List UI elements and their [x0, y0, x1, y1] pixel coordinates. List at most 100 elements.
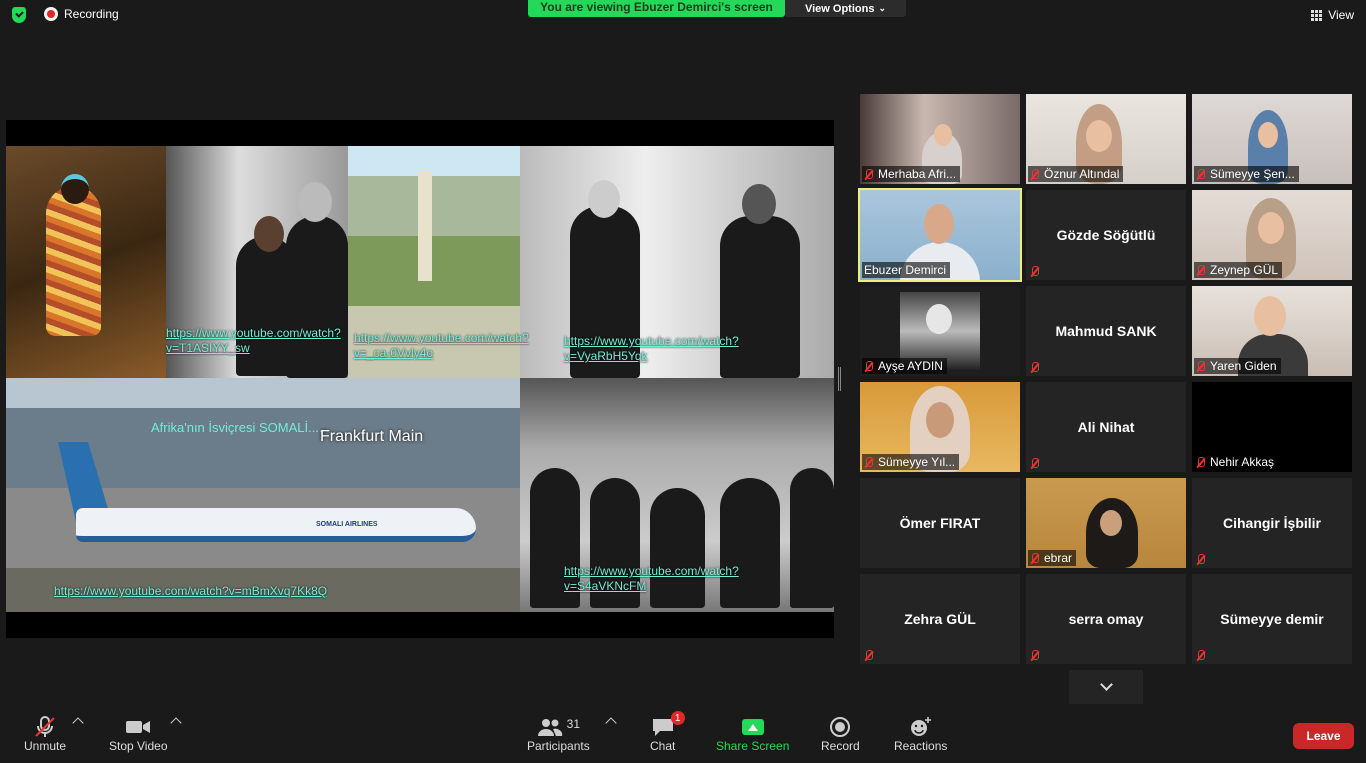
top-bar: Recording You are viewing Ebuzer Demirci…: [0, 0, 1366, 30]
video-link-5[interactable]: https://www.youtube.com/watch?v=S4aVKNcF…: [564, 564, 804, 594]
view-label: View: [1328, 8, 1354, 22]
video-camera-icon: [125, 715, 151, 739]
record-button[interactable]: Record: [821, 715, 860, 753]
video-link-1[interactable]: https://www.youtube.com/watch?v=T1ASIYY_…: [166, 326, 341, 356]
participant-label: [1028, 649, 1043, 662]
panel-resize-handle[interactable]: [838, 367, 841, 391]
participant-name: Ömer FIRAT: [899, 515, 981, 531]
participant-tile[interactable]: Zehra GÜL: [860, 574, 1020, 664]
muted-mic-icon: [1030, 552, 1039, 564]
participants-button[interactable]: 31 Participants: [527, 715, 590, 753]
participants-label: Participants: [527, 739, 590, 753]
gallery-next-page-button[interactable]: [1069, 670, 1143, 704]
participant-tile[interactable]: Yaren Giden: [1192, 286, 1352, 376]
slide-title: Afrika'nın İsviçresi SOMALİ....: [151, 420, 323, 435]
frankfurt-sign: Frankfurt Main: [320, 428, 424, 445]
participant-label: Ebuzer Demirci: [862, 262, 951, 278]
participant-tile[interactable]: Zeynep GÜL: [1192, 190, 1352, 280]
participant-tile[interactable]: Öznur Altındal: [1026, 94, 1186, 184]
participant-tile[interactable]: Merhaba Afri...: [860, 94, 1020, 184]
reactions-button[interactable]: Reactions: [894, 715, 947, 753]
record-label: Record: [821, 739, 860, 753]
participant-label: Sümeyye Şen...: [1194, 166, 1299, 182]
muted-mic-icon: [1030, 266, 1039, 277]
participant-name: Mahmud SANK: [1055, 323, 1157, 339]
recording-label: Recording: [64, 7, 119, 21]
muted-mic-icon: [1196, 456, 1205, 468]
participants-count: 31: [566, 717, 581, 731]
participant-tile[interactable]: Sümeyye demir: [1192, 574, 1352, 664]
participant-label: [1028, 457, 1043, 470]
participant-name: serra omay: [1068, 611, 1144, 627]
muted-mic-icon: [1196, 650, 1205, 661]
muted-mic-icon: [1030, 362, 1039, 373]
participant-tile[interactable]: ebrar: [1026, 478, 1186, 568]
view-options-button[interactable]: View Options ⌄: [785, 0, 906, 17]
muted-mic-icon: [864, 360, 873, 372]
video-link-4[interactable]: https://www.youtube.com/watch?v=mBmXvq7K…: [54, 584, 327, 598]
share-screen-icon: [741, 719, 764, 735]
chevron-down-icon: [1099, 678, 1113, 691]
airport-photo: [6, 378, 520, 612]
participant-label: [1028, 265, 1043, 278]
chat-button[interactable]: 1 Chat: [650, 711, 685, 753]
shared-screen[interactable]: https://www.youtube.com/watch?v=T1ASIYY_…: [6, 120, 834, 638]
participant-tile[interactable]: Sümeyye Şen...: [1192, 94, 1352, 184]
participant-tile[interactable]: Mahmud SANK: [1026, 286, 1186, 376]
video-link-3[interactable]: https://www.youtube.com/watch?v=VyaRbH5Y…: [564, 334, 814, 364]
stop-video-button[interactable]: Stop Video: [109, 715, 168, 753]
participant-name: Sümeyye demir: [1220, 611, 1324, 627]
shared-slide: https://www.youtube.com/watch?v=T1ASIYY_…: [6, 146, 834, 612]
muted-mic-icon: [864, 650, 873, 661]
participants-options-caret-icon[interactable]: [605, 717, 617, 729]
stop-video-label: Stop Video: [109, 739, 168, 753]
meeting-toolbar: Unmute Stop Video 31 Participants 1 Chat…: [0, 705, 1366, 763]
participant-name: Gözde Söğütlü: [1056, 227, 1156, 243]
chat-unread-badge: 1: [670, 711, 685, 725]
participant-label: Sümeyye Yıl...: [862, 454, 960, 470]
leave-button[interactable]: Leave: [1293, 723, 1354, 749]
encryption-shield-icon[interactable]: [12, 7, 26, 23]
participant-label: Öznur Altındal: [1028, 166, 1124, 182]
unmute-label: Unmute: [24, 739, 67, 753]
audio-options-caret-icon[interactable]: [72, 717, 84, 729]
dancer-photo: [6, 146, 166, 378]
chat-label: Chat: [650, 739, 676, 753]
muted-mic-icon: [864, 456, 873, 468]
participant-tile[interactable]: Sümeyye Yıl...: [860, 382, 1020, 472]
participant-name: Zehra GÜL: [904, 611, 976, 627]
participant-tile[interactable]: Ayşe AYDIN: [860, 286, 1020, 376]
view-options-label: View Options: [804, 2, 875, 15]
video-options-caret-icon[interactable]: [170, 717, 182, 729]
participant-label: Zeynep GÜL: [1194, 262, 1283, 278]
share-screen-label: Share Screen: [716, 739, 790, 753]
muted-mic-icon: [1196, 168, 1205, 180]
participant-tile[interactable]: serra omay: [1026, 574, 1186, 664]
muted-mic-icon: [1030, 168, 1039, 180]
participant-label: Merhaba Afri...: [862, 166, 961, 182]
participant-tile-active-speaker[interactable]: Ebuzer Demirci: [858, 188, 1022, 282]
view-button[interactable]: View: [1311, 8, 1354, 22]
recording-indicator[interactable]: Recording: [44, 7, 119, 21]
participant-tile[interactable]: Ömer FIRAT: [860, 478, 1020, 568]
video-link-2[interactable]: https://www.youtube.com/watch?v=_ca-0Vvl…: [354, 331, 529, 361]
participant-label: ebrar: [1028, 550, 1077, 566]
muted-mic-icon: [1196, 264, 1205, 276]
participant-tile[interactable]: Ali Nihat: [1026, 382, 1186, 472]
participant-tile[interactable]: Cihangir İşbilir: [1192, 478, 1352, 568]
participant-tile[interactable]: Gözde Söğütlü: [1026, 190, 1186, 280]
record-icon: [829, 715, 851, 739]
participant-label: [1194, 649, 1209, 662]
participants-icon: 31: [537, 715, 580, 739]
participant-name: Cihangir İşbilir: [1222, 515, 1321, 531]
participant-label: [862, 649, 877, 662]
muted-mic-icon: [1030, 650, 1039, 661]
muted-mic-icon: [1196, 360, 1205, 372]
participant-label: [1194, 553, 1209, 566]
muted-mic-icon: [1030, 458, 1039, 469]
muted-mic-icon: [864, 168, 873, 180]
participant-label: Ayşe AYDIN: [862, 358, 947, 374]
participant-tile[interactable]: Nehir Akkaş: [1192, 382, 1352, 472]
share-screen-button[interactable]: Share Screen: [716, 715, 789, 753]
unmute-button[interactable]: Unmute: [24, 715, 66, 753]
